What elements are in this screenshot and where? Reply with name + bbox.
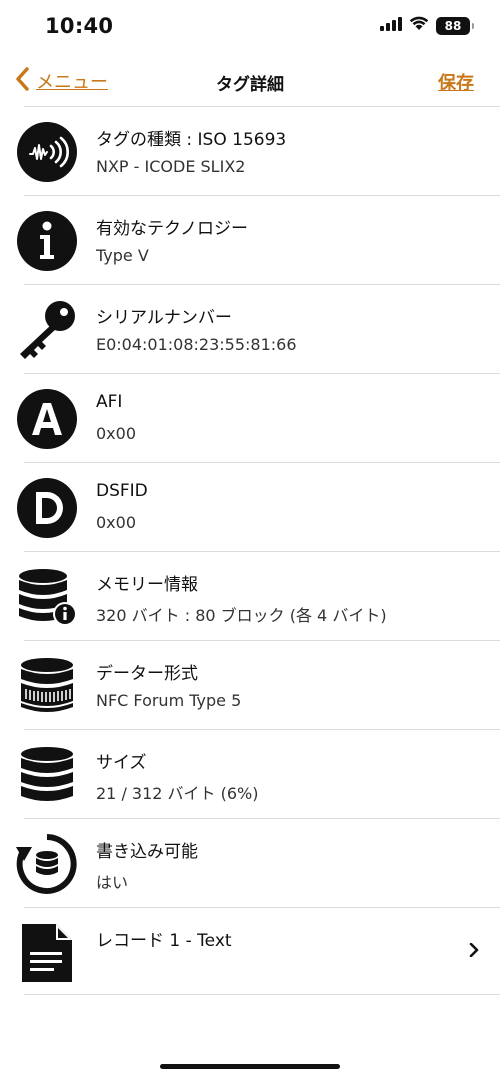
row-title: 書き込み可能	[96, 842, 198, 862]
row-title: メモリー情報	[96, 575, 198, 595]
tag-detail-list: タグの種類 : ISO 15693 NXP - ICODE SLIX2 有効なテ…	[0, 106, 500, 995]
row-title: レコード 1 - Text	[96, 931, 232, 951]
row-title: DSFID	[96, 481, 148, 501]
letter-a-icon	[16, 388, 78, 450]
database-format-icon	[16, 655, 78, 717]
list-item-memory-info[interactable]: メモリー情報 320 バイト : 80 ブロック (各 4 バイト)	[19, 552, 500, 641]
list-item-afi[interactable]: AFI 0x00	[17, 374, 500, 463]
row-value: 0x00	[96, 513, 137, 532]
list-item-size[interactable]: サイズ 21 / 312 バイト (6%)	[21, 730, 500, 819]
row-title: サイズ	[96, 753, 147, 773]
database-info-icon	[16, 566, 78, 628]
wifi-icon	[409, 16, 429, 35]
page-title: タグ詳細	[216, 75, 284, 95]
status-icons: 88	[380, 16, 474, 35]
info-icon	[16, 210, 78, 272]
database-refresh-icon	[16, 833, 78, 895]
nfc-wave-icon	[16, 121, 78, 183]
status-time: 10:40	[45, 14, 114, 38]
battery-icon: 88	[436, 16, 474, 35]
row-value: 320 バイト : 80 ブロック (各 4 バイト)	[96, 606, 387, 625]
row-value: NXP - ICODE SLIX2	[96, 157, 246, 176]
chevron-right-icon	[468, 942, 480, 958]
save-button[interactable]: 保存	[438, 69, 474, 95]
row-title: シリアルナンバー	[96, 308, 232, 328]
row-title: 有効なテクノロジー	[96, 219, 248, 239]
row-value: 21 / 312 バイト (6%)	[96, 784, 259, 803]
database-icon	[16, 744, 78, 806]
list-item-serial-number[interactable]: シリアルナンバー E0:04:01:08:23:55:81:66	[20, 285, 500, 374]
row-value: Type V	[96, 246, 149, 265]
status-bar: 10:40 88	[0, 0, 500, 56]
navigation-bar: メニュー タグ詳細 保存	[0, 56, 500, 106]
row-value: E0:04:01:08:23:55:81:66	[96, 335, 297, 354]
row-value: NFC Forum Type 5	[96, 691, 242, 710]
document-icon	[16, 922, 78, 984]
list-item-tag-type[interactable]: タグの種類 : ISO 15693 NXP - ICODE SLIX2	[17, 106, 500, 196]
key-icon	[16, 299, 78, 361]
row-title: タグの種類 : ISO 15693	[96, 130, 287, 150]
battery-level: 88	[444, 18, 462, 33]
cellular-signal-icon	[380, 16, 402, 35]
row-value: 0x00	[96, 424, 137, 443]
row-title: AFI	[96, 392, 123, 412]
list-item-writable[interactable]: 書き込み可能 はい	[16, 819, 500, 908]
home-indicator[interactable]	[160, 1064, 340, 1069]
list-item-dsfid[interactable]: DSFID 0x00	[17, 463, 500, 552]
list-item-data-format[interactable]: データー形式 NFC Forum Type 5	[21, 641, 500, 730]
row-value: はい	[96, 873, 129, 892]
letter-d-icon	[16, 477, 78, 539]
list-item-record-1[interactable]: レコード 1 - Text	[22, 908, 500, 995]
row-title: データー形式	[96, 664, 198, 684]
list-item-technology[interactable]: 有効なテクノロジー Type V	[17, 196, 500, 285]
